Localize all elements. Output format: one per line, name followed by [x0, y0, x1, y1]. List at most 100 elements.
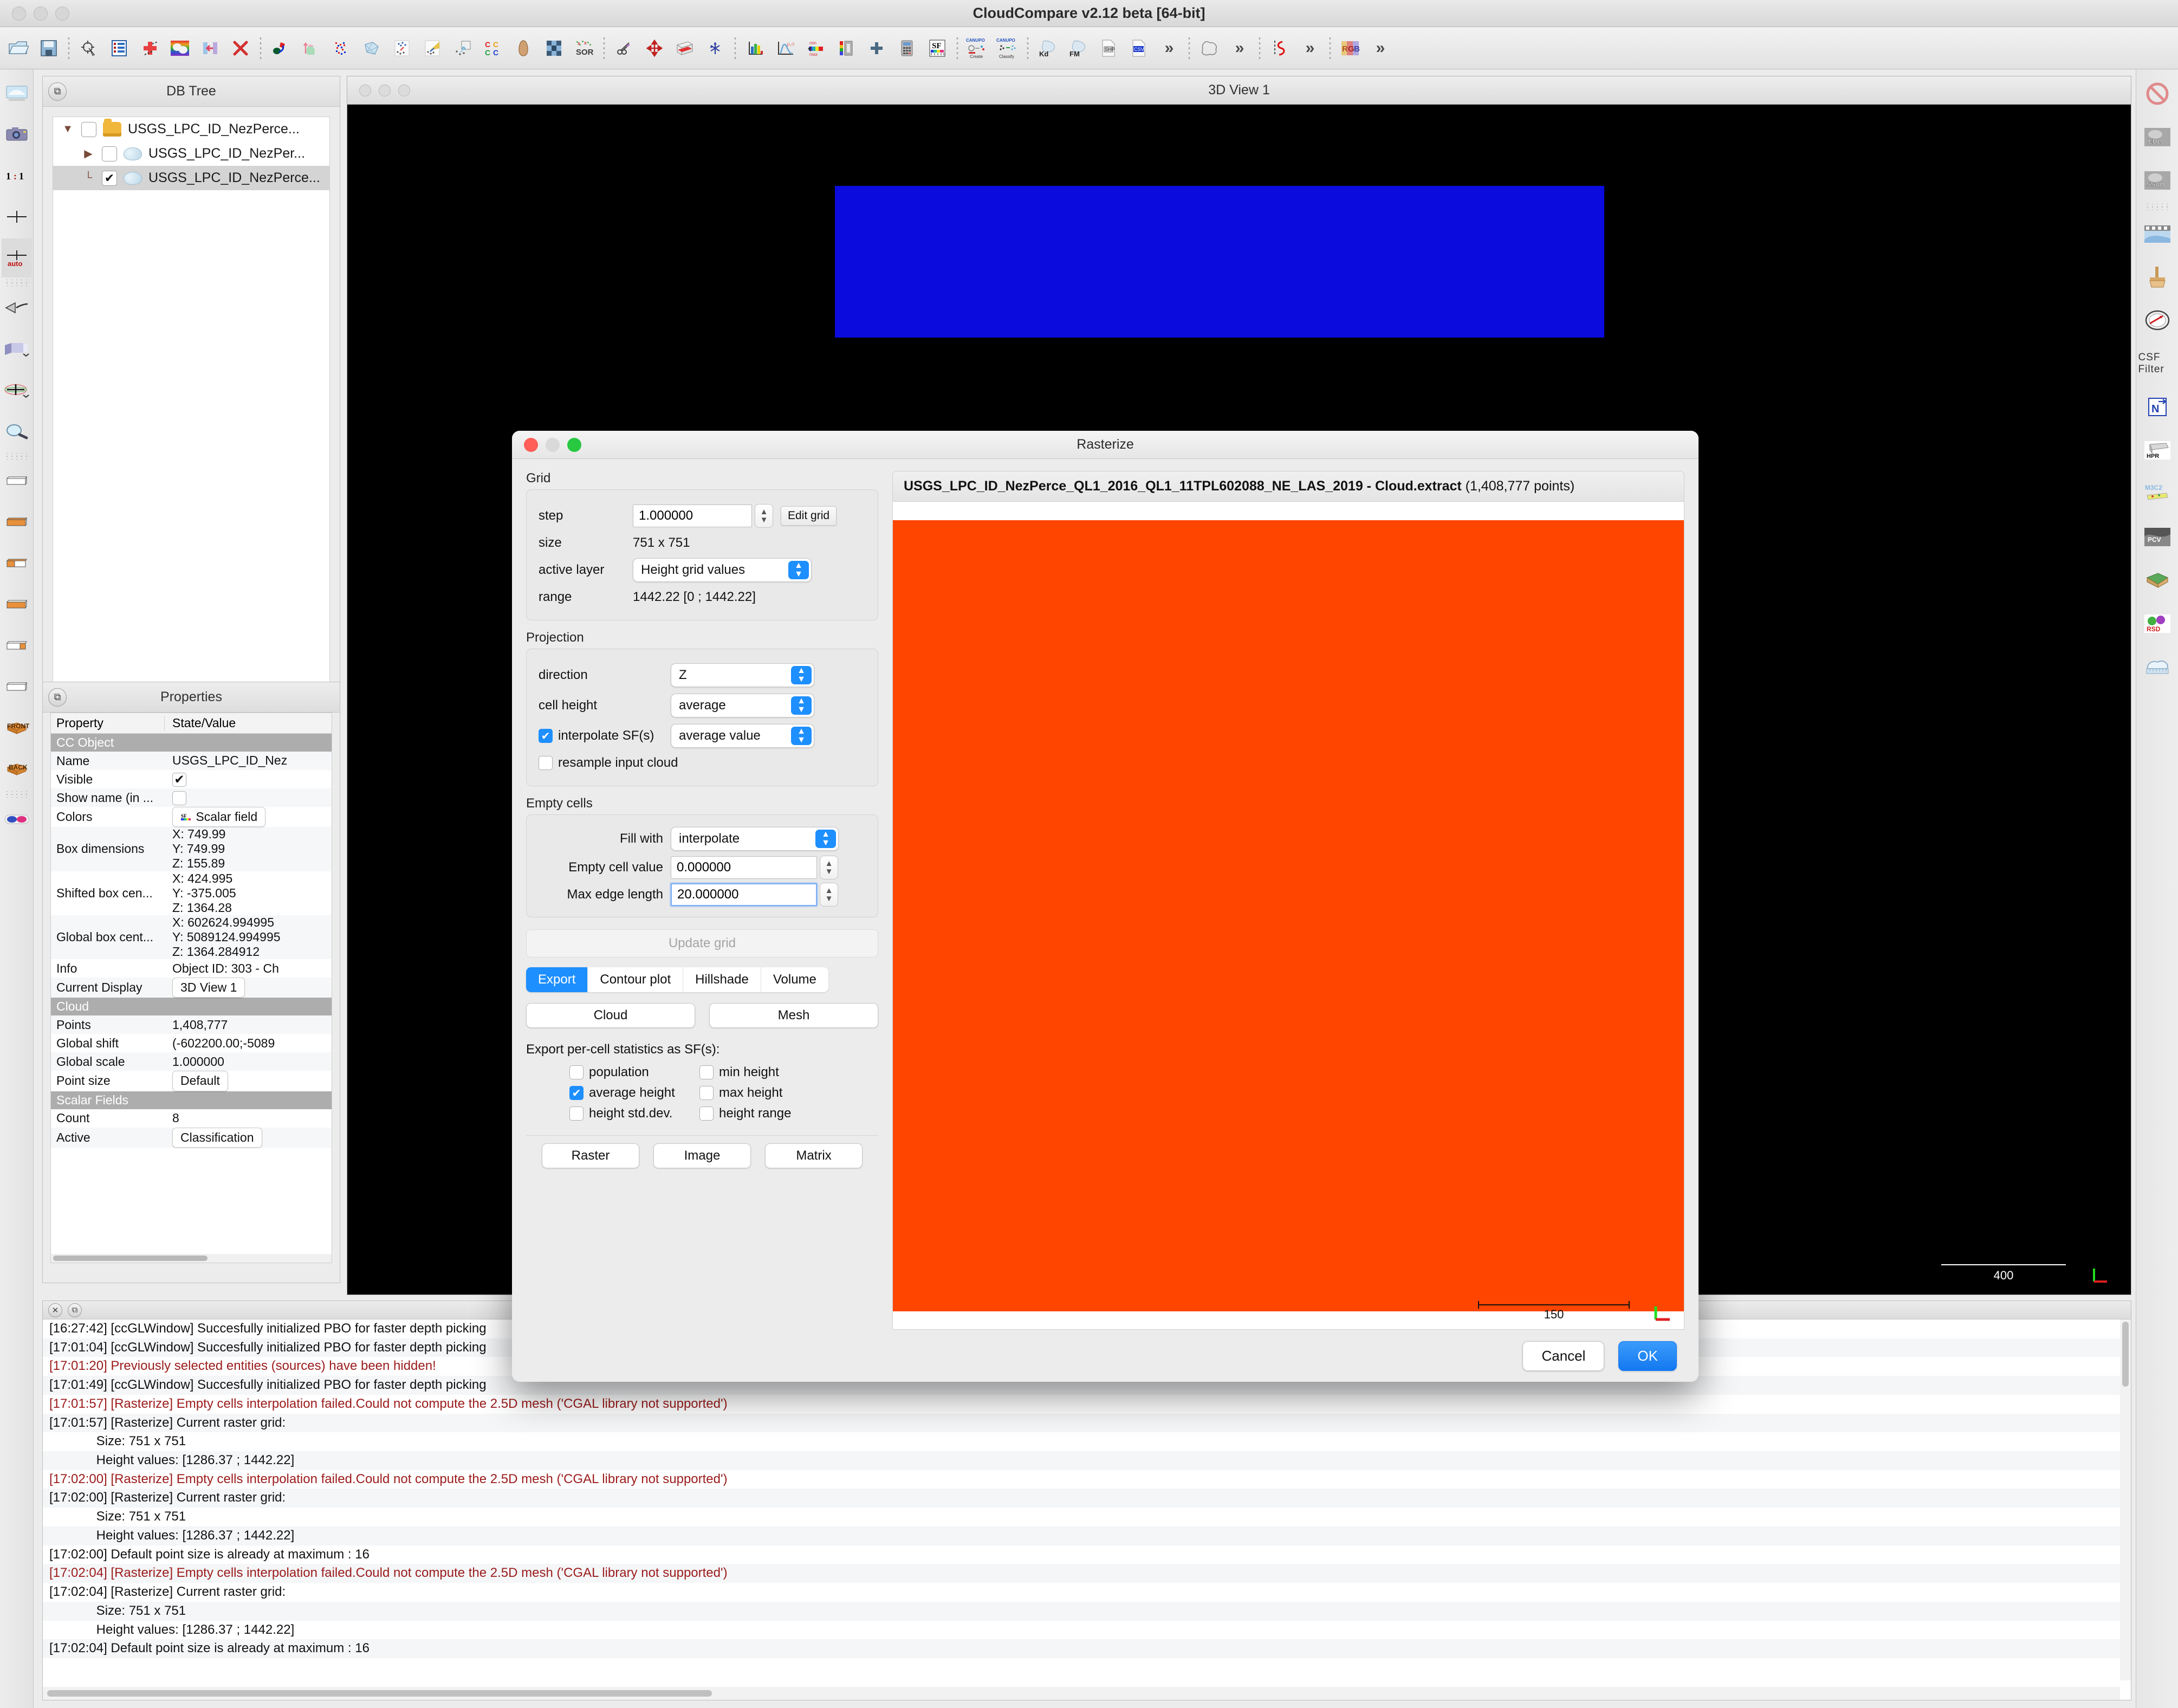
chevron-right-icon[interactable]: » [1295, 31, 1325, 65]
csf-filter-icon[interactable]: CSF Filter [2138, 344, 2176, 384]
ortho-projection-icon[interactable] [2, 329, 32, 368]
zoom-magnifier-icon[interactable] [2, 412, 32, 451]
horizontal-scrollbar[interactable] [51, 1254, 332, 1263]
export-raster-button[interactable]: Raster [542, 1143, 639, 1168]
tab-export[interactable]: Export [526, 967, 588, 992]
mesh-delaunay-icon[interactable] [356, 31, 387, 65]
fill-with-select[interactable]: interpolate ▲ ▼ [671, 827, 839, 851]
subsample-icon[interactable] [387, 31, 417, 65]
view-toolbar-right[interactable]: EDL SSAO CSF Filter N HPR M3C2 PCV RSD [2136, 69, 2178, 1708]
chevron-down-icon[interactable]: ▼ [61, 123, 75, 135]
gaussian-icon[interactable]: μ,σ [770, 31, 801, 65]
m3c2-icon[interactable]: M3C2 [2138, 474, 2176, 514]
visibility-checkbox[interactable]: ✔ [102, 170, 117, 186]
register-clouds-icon[interactable] [165, 31, 195, 65]
zoom-one-to-one-icon[interactable]: 1:1 [2, 156, 32, 195]
polyline-icon[interactable] [1194, 31, 1224, 65]
empty-cell-value-spinner[interactable]: ▲▼ [671, 856, 838, 879]
normals-icon[interactable] [296, 31, 326, 65]
stat-height-stddev-row[interactable]: height std.dev. [569, 1106, 694, 1121]
direction-select[interactable]: Z ▲ ▼ [671, 663, 814, 687]
fullscreen-view-icon[interactable] [2, 74, 32, 113]
csv-export-icon[interactable]: CSV [1124, 31, 1154, 65]
export-matrix-button[interactable]: Matrix [765, 1143, 863, 1168]
step-input[interactable] [633, 504, 752, 527]
interpolate-sf-select[interactable]: average value ▲ ▼ [671, 724, 814, 748]
tab-hillshade[interactable]: Hillshade [683, 967, 761, 992]
list-properties-icon[interactable] [104, 31, 134, 65]
view-back-icon[interactable]: BACK [2, 750, 32, 789]
active-sf-combo[interactable]: Classification [172, 1127, 262, 1148]
undock-panel-button[interactable]: ⧉ [48, 688, 67, 707]
stereo-glasses-icon[interactable] [2, 800, 32, 839]
empty-cell-value-input[interactable] [671, 856, 817, 879]
console-horizontal-scrollbar[interactable] [43, 1687, 2120, 1700]
empty-cell-value-stepper[interactable]: ▲ ▼ [820, 856, 838, 879]
raster-preview-image[interactable] [893, 520, 1684, 1311]
ok-button[interactable]: OK [1618, 1341, 1677, 1371]
translate-rotate-icon[interactable] [639, 31, 670, 65]
view-right-icon[interactable] [2, 585, 32, 624]
tab-contour-plot[interactable]: Contour plot [588, 967, 684, 992]
point-size-combo[interactable]: Default [172, 1071, 228, 1091]
align-icon[interactable] [195, 31, 225, 65]
view-toolbar-left[interactable]: 1:1 auto FRONT BACK [0, 69, 34, 1708]
console-vertical-scrollbar[interactable] [2120, 1319, 2131, 1680]
chevron-right-icon[interactable]: ▶ [81, 147, 95, 160]
show-name-checkbox[interactable] [172, 791, 186, 805]
cloud-measure-icon[interactable] [2138, 647, 2176, 687]
resample-checkbox[interactable] [539, 756, 553, 770]
fit-plane-icon[interactable] [417, 31, 448, 65]
edl-shader-icon[interactable]: EDL [2138, 117, 2176, 157]
min-height-checkbox[interactable] [699, 1065, 714, 1079]
view-front-icon[interactable]: FRONT [2, 709, 32, 748]
normals-compute-icon[interactable] [700, 31, 730, 65]
voxelize-icon[interactable] [539, 31, 569, 65]
section-box-icon[interactable] [670, 31, 700, 65]
save-file-icon[interactable] [34, 31, 64, 65]
height-range-checkbox[interactable] [699, 1107, 714, 1121]
fm-icon[interactable]: FM [1063, 31, 1093, 65]
delete-icon[interactable] [225, 31, 256, 65]
scissors-icon[interactable] [609, 31, 639, 65]
max-height-checkbox[interactable] [699, 1086, 714, 1100]
view-iso2-icon[interactable] [2, 668, 32, 707]
step-spinner[interactable]: ▲▼ [633, 504, 773, 528]
export-tabs[interactable]: Export Contour plot Hillshade Volume [526, 967, 828, 992]
animation-icon[interactable] [2138, 214, 2176, 254]
active-layer-select[interactable]: Height grid values ▲ ▼ [633, 558, 812, 582]
max-edge-length-input[interactable] [671, 883, 817, 906]
list-item[interactable]: ▶ USGS_LPC_ID_NezPer... [53, 141, 329, 166]
segment-icon[interactable] [265, 31, 296, 65]
sor-filter-icon[interactable]: x x SOR [569, 31, 599, 65]
chevron-updown-icon[interactable]: ▲ ▼ [788, 561, 809, 579]
chevron-right-icon[interactable]: » [1154, 31, 1184, 65]
auto-pivot-icon[interactable]: auto [1, 238, 32, 277]
view-left-icon[interactable] [2, 544, 32, 583]
export-cloud-button[interactable]: Cloud [526, 1003, 695, 1028]
console-undock-button[interactable]: ⧉ [68, 1303, 82, 1317]
stat-average-height-row[interactable]: ✔ average height [569, 1085, 694, 1101]
pivot-center-icon[interactable] [2, 197, 32, 236]
max-edge-length-spinner[interactable]: ▲▼ [671, 883, 838, 907]
stat-height-range-row[interactable]: height range [699, 1106, 824, 1121]
visible-checkbox[interactable]: ✔ [172, 772, 186, 787]
step-stepper[interactable]: ▲ ▼ [755, 504, 773, 528]
minmax-color-icon[interactable]: min max [801, 31, 831, 65]
view-bottom-icon[interactable] [2, 503, 32, 542]
sf-icon[interactable]: SF [922, 31, 952, 65]
rgb-icon[interactable]: RGB [1335, 31, 1365, 65]
rsd-icon[interactable]: RSD [2138, 604, 2176, 644]
statistical-icon[interactable] [508, 31, 539, 65]
export-image-button[interactable]: Image [653, 1143, 751, 1168]
stat-min-height-row[interactable]: min height [699, 1065, 824, 1080]
update-grid-button[interactable]: Update grid [526, 929, 878, 957]
properties-table[interactable]: Property State/Value CC Object Name USGS_… [50, 713, 332, 1263]
chevron-updown-icon[interactable]: ▲ ▼ [791, 666, 812, 684]
no-shader-icon[interactable] [2138, 74, 2176, 114]
chevron-updown-icon[interactable]: ▲ ▼ [791, 696, 812, 715]
canupo-create-icon[interactable]: CANUPO Create [962, 31, 993, 65]
tab-volume[interactable]: Volume [761, 967, 828, 992]
interpolate-sf-checkbox-row[interactable]: ✔ interpolate SF(s) [539, 728, 663, 743]
plus-icon[interactable] [861, 31, 892, 65]
